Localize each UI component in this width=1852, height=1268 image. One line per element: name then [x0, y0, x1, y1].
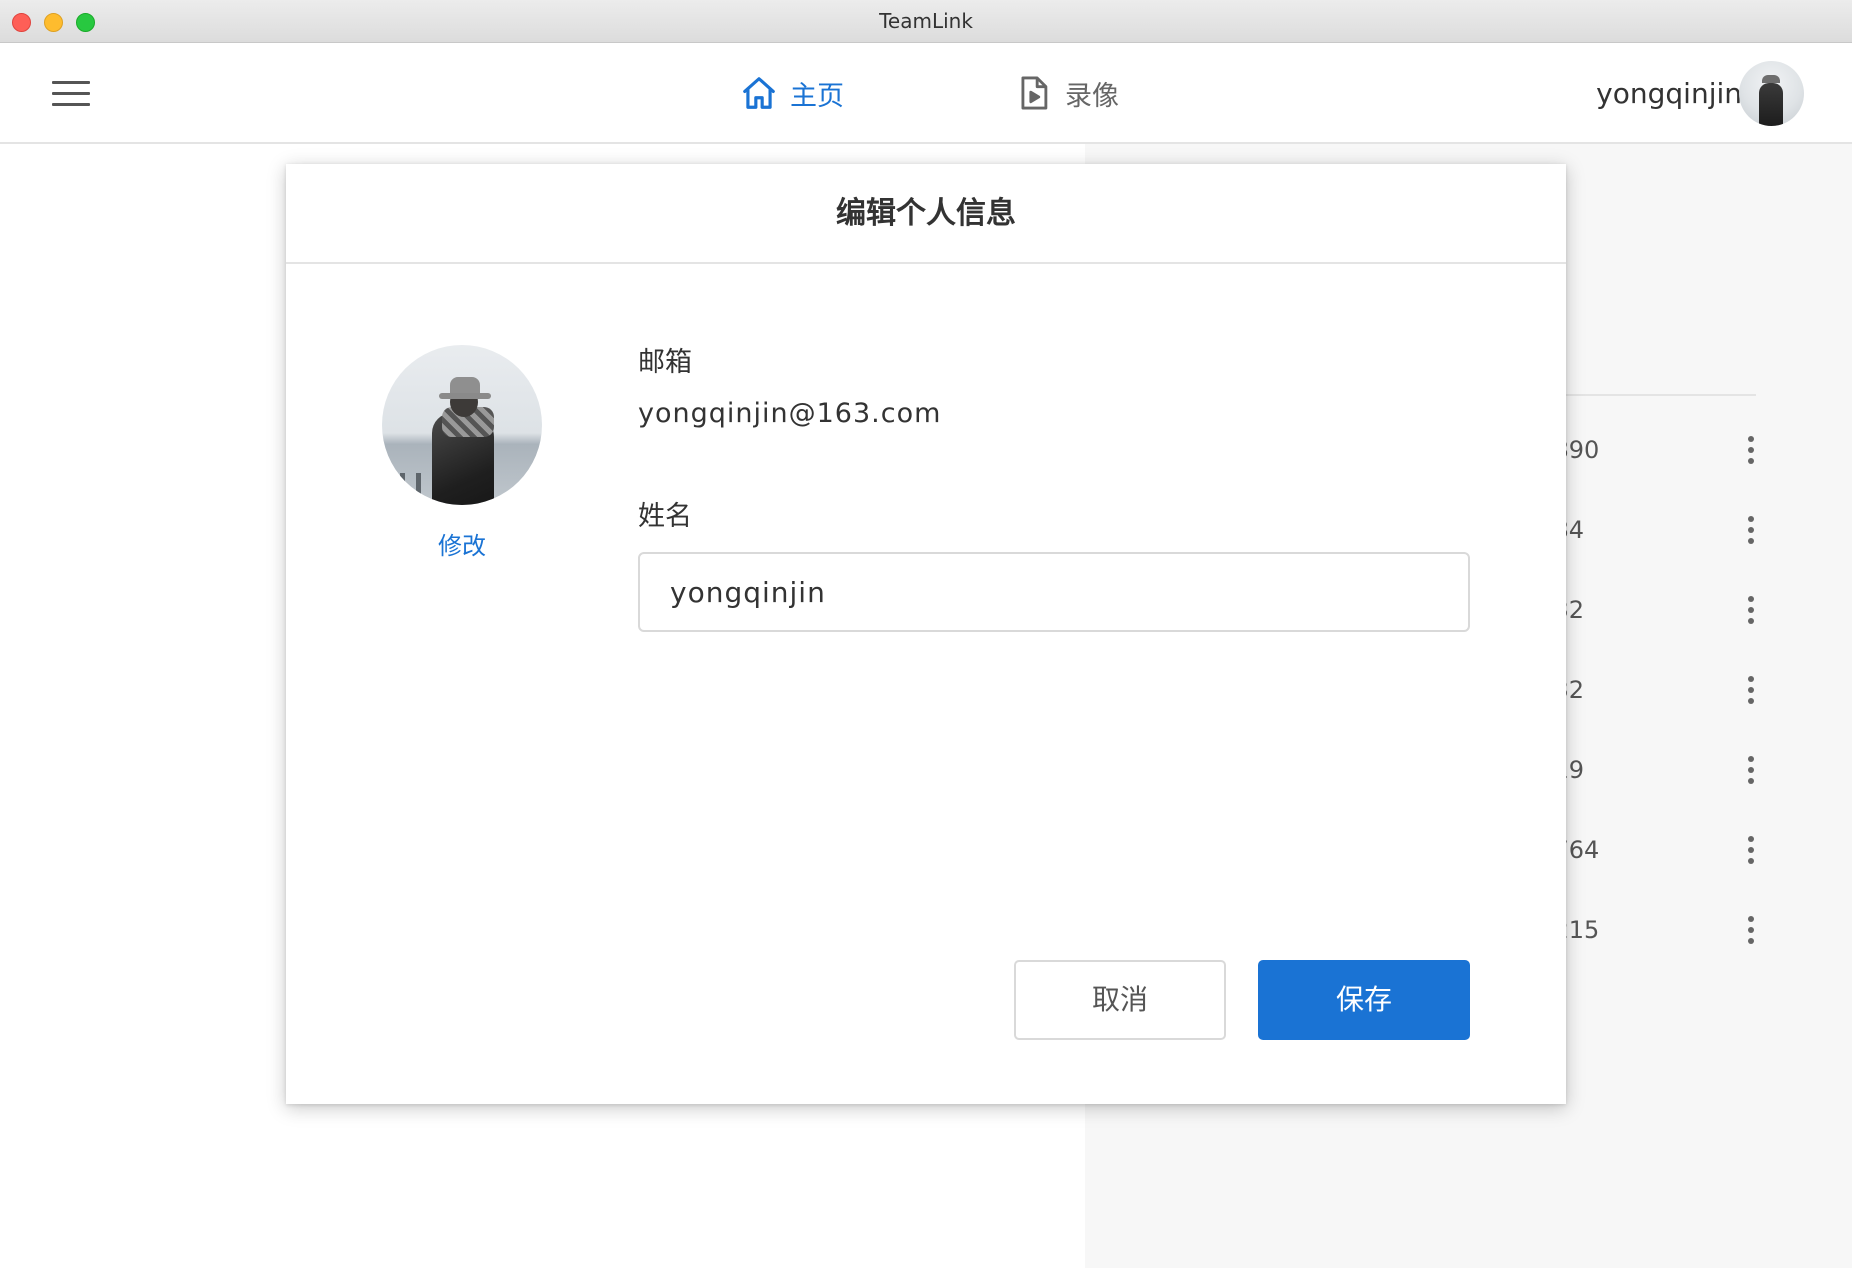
more-options-icon[interactable]	[1747, 676, 1755, 706]
modal-title: 编辑个人信息	[286, 164, 1566, 264]
header-username[interactable]: yongqinjin	[1596, 77, 1742, 111]
tab-home-label: 主页	[790, 80, 844, 112]
cancel-button[interactable]: 取消	[1014, 960, 1226, 1040]
tab-home[interactable]: 主页	[740, 73, 844, 113]
more-options-icon[interactable]	[1747, 516, 1755, 546]
save-button[interactable]: 保存	[1258, 960, 1470, 1040]
name-label: 姓名	[638, 501, 692, 532]
window-titlebar: TeamLink	[0, 0, 1852, 43]
name-input[interactable]	[638, 552, 1470, 632]
change-avatar-link[interactable]: 修改	[382, 526, 542, 561]
tab-recordings[interactable]: 录像	[1015, 73, 1119, 113]
more-options-icon[interactable]	[1747, 436, 1755, 466]
more-options-icon[interactable]	[1747, 916, 1755, 946]
profile-avatar	[382, 345, 542, 505]
home-icon	[743, 77, 775, 109]
email-value: yongqinjin@163.com	[638, 398, 942, 429]
video-file-icon	[1021, 76, 1048, 110]
app-header: 主页 录像 yongqinjin	[0, 43, 1852, 144]
more-options-icon[interactable]	[1747, 836, 1755, 866]
user-avatar[interactable]	[1739, 61, 1804, 126]
tab-recordings-label: 录像	[1065, 80, 1119, 112]
more-options-icon[interactable]	[1747, 596, 1755, 626]
edit-profile-modal: 编辑个人信息 修改 邮箱 yongqinjin@163.com 姓名 取消 保存	[286, 164, 1566, 1104]
hamburger-menu-icon[interactable]	[52, 81, 90, 107]
email-label: 邮箱	[638, 347, 692, 378]
more-options-icon[interactable]	[1747, 756, 1755, 786]
window-title: TeamLink	[879, 9, 973, 33]
